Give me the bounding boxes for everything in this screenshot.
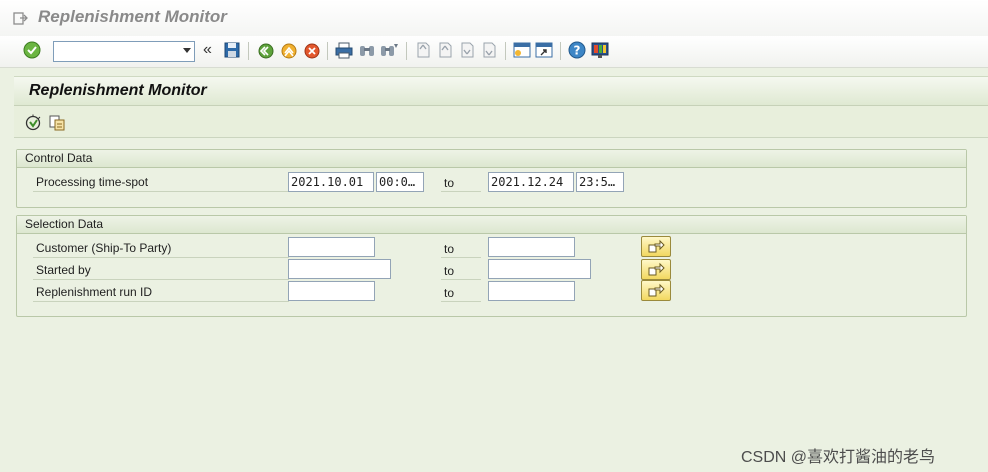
menu-icon[interactable] — [12, 10, 28, 26]
help-icon[interactable]: ? — [567, 40, 587, 60]
run-id-to-field[interactable] — [488, 281, 575, 301]
enter-icon[interactable] — [22, 40, 42, 60]
arrow-right-icon — [648, 283, 665, 297]
run-id-multiple-selection-button[interactable] — [641, 280, 671, 301]
window-titlebar: Replenishment Monitor — [0, 0, 988, 36]
command-field[interactable] — [53, 41, 195, 62]
save-icon[interactable] — [222, 40, 242, 60]
started-by-from-field[interactable] — [288, 259, 391, 279]
toolbar-separator — [406, 42, 407, 60]
customer-to-field[interactable] — [488, 237, 575, 257]
shortcut-icon[interactable] — [534, 40, 554, 60]
arrow-right-icon — [648, 239, 665, 253]
to-label: to — [441, 260, 481, 280]
to-time-field[interactable]: 23:5… — [576, 172, 624, 192]
previous-page-icon[interactable] — [435, 40, 455, 60]
window-title: Replenishment Monitor — [38, 7, 227, 26]
layout-icon[interactable] — [590, 40, 610, 60]
to-label: to — [441, 282, 481, 302]
to-label: to — [441, 238, 481, 258]
watermark: CSDN @喜欢打酱油的老鸟 — [741, 449, 936, 466]
toolbar-separator — [327, 42, 328, 60]
collapse-icon[interactable]: « — [203, 40, 212, 60]
print-icon[interactable] — [334, 40, 354, 60]
customer-multiple-selection-button[interactable] — [641, 236, 671, 257]
svg-text:?: ? — [574, 44, 581, 58]
to-label: to — [441, 172, 481, 192]
cancel-icon[interactable] — [302, 40, 322, 60]
page-header: Replenishment Monitor — [14, 76, 988, 106]
from-date-field[interactable]: 2021.10.01 — [288, 172, 374, 192]
next-page-icon[interactable] — [457, 40, 477, 60]
toolbar-separator — [560, 42, 561, 60]
customer-from-field[interactable] — [288, 237, 375, 257]
replenishment-run-id-label: Replenishment run ID — [33, 282, 289, 302]
customer-label: Customer (Ship-To Party) — [33, 238, 289, 258]
toolbar-separator — [248, 42, 249, 60]
back-icon[interactable] — [256, 40, 276, 60]
arrow-right-icon — [648, 262, 665, 276]
run-id-from-field[interactable] — [288, 281, 375, 301]
page-title: Replenishment Monitor — [29, 82, 207, 99]
first-page-icon[interactable] — [413, 40, 433, 60]
control-data-header: Control Data — [17, 150, 966, 168]
started-by-label: Started by — [33, 260, 289, 280]
selection-data-header: Selection Data — [17, 216, 966, 234]
processing-time-spot-label: Processing time-spot — [33, 172, 289, 192]
get-variant-icon[interactable] — [48, 114, 66, 132]
toolbar-separator — [505, 42, 506, 60]
application-toolbar — [14, 106, 988, 138]
execute-icon[interactable] — [24, 114, 42, 132]
exit-icon[interactable] — [279, 40, 299, 60]
from-time-field[interactable]: 00:0… — [376, 172, 424, 192]
selection-data-group: Selection Data Customer (Ship-To Party) … — [16, 215, 967, 317]
started-by-to-field[interactable] — [488, 259, 591, 279]
find-next-icon[interactable] — [379, 40, 399, 60]
control-data-group: Control Data Processing time-spot 2021.1… — [16, 149, 967, 208]
last-page-icon[interactable] — [479, 40, 499, 60]
find-icon[interactable] — [357, 40, 377, 60]
command-dropdown-icon[interactable] — [183, 48, 191, 53]
create-session-icon[interactable] — [512, 40, 532, 60]
started-by-multiple-selection-button[interactable] — [641, 259, 671, 280]
to-date-field[interactable]: 2021.12.24 — [488, 172, 574, 192]
